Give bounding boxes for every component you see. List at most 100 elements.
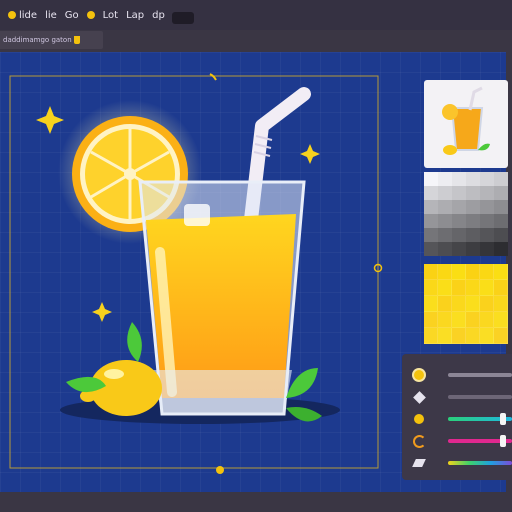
yellow-swatch[interactable] [424,280,438,296]
grayscale-swatch[interactable] [480,200,494,214]
palette-icon [412,412,426,426]
magenta-row[interactable] [412,432,512,450]
eraser-icon [412,456,426,470]
yellow-swatch[interactable] [480,312,494,328]
grayscale-swatch[interactable] [466,228,480,242]
yellow-swatch[interactable] [466,312,480,328]
grayscale-swatch[interactable] [452,242,466,256]
yellow-swatch[interactable] [480,328,494,344]
yellow-swatch[interactable] [424,296,438,312]
yellow-swatch[interactable] [494,312,508,328]
grayscale-swatch[interactable] [452,214,466,228]
sparkle-icon [36,106,64,134]
yellow-swatch[interactable] [452,296,466,312]
grayscale-swatch[interactable] [466,200,480,214]
file-tab-label: daddimamgo gaton [3,36,72,44]
grayscale-swatch[interactable] [424,242,438,256]
grayscale-swatch[interactable] [438,214,452,228]
grayscale-swatch[interactable] [480,172,494,186]
menu-item-lide[interactable]: lide [8,10,37,21]
yellow-swatch[interactable] [438,280,452,296]
layer-thumbnail[interactable] [424,80,508,168]
grayscale-swatch[interactable] [452,228,466,242]
yellow-swatch[interactable] [438,328,452,344]
yellow-swatch[interactable] [424,328,438,344]
menu-label: Go [64,9,79,21]
grayscale-swatch[interactable] [466,172,480,186]
selection-handle-bottom [216,466,224,474]
yellow-swatch[interactable] [494,264,508,280]
menu-item-go[interactable]: Go [65,10,79,21]
grayscale-swatch[interactable] [466,214,480,228]
menu-item-lot[interactable]: Lot [103,10,118,21]
brightness-slider[interactable] [448,373,512,377]
yellow-swatch[interactable] [466,328,480,344]
yellow-swatch[interactable] [466,264,480,280]
menu-item-lap[interactable]: Lap [126,10,144,21]
menu-label: Lot [102,9,119,21]
toolbar-toggle[interactable] [172,12,194,24]
grayscale-swatches[interactable] [424,172,508,256]
grayscale-swatch[interactable] [438,228,452,242]
depth-row[interactable] [412,388,512,406]
yellow-swatch[interactable] [438,312,452,328]
yellow-swatch[interactable] [480,296,494,312]
yellow-swatch[interactable] [466,296,480,312]
brightness-row[interactable] [412,366,512,384]
spectrum-row[interactable] [412,454,512,472]
grayscale-swatch[interactable] [480,242,494,256]
yellow-swatch[interactable] [480,280,494,296]
yellow-swatches[interactable] [424,264,508,344]
menu-bar: lide lie Go Lot Lap dp [0,0,512,30]
grayscale-swatch[interactable] [466,242,480,256]
hue-slider-knob[interactable] [500,413,506,425]
grayscale-swatch[interactable] [494,242,508,256]
spectrum-slider[interactable] [448,461,512,465]
grayscale-swatch[interactable] [438,242,452,256]
yellow-swatch[interactable] [494,280,508,296]
grayscale-swatch[interactable] [480,228,494,242]
grayscale-swatch[interactable] [424,186,438,200]
grayscale-swatch[interactable] [494,228,508,242]
yellow-swatch[interactable] [494,328,508,344]
grayscale-swatch[interactable] [494,200,508,214]
grayscale-swatch[interactable] [466,186,480,200]
grayscale-swatch[interactable] [480,186,494,200]
grayscale-swatch[interactable] [438,186,452,200]
grayscale-swatch[interactable] [452,200,466,214]
grayscale-swatch[interactable] [424,214,438,228]
menu-item-lie[interactable]: lie [45,10,57,21]
grayscale-swatch[interactable] [438,172,452,186]
grayscale-swatch[interactable] [452,172,466,186]
grayscale-swatch[interactable] [494,172,508,186]
menu-label: dp [152,9,165,21]
yellow-swatch[interactable] [452,312,466,328]
grayscale-swatch[interactable] [424,200,438,214]
thumbnail-image [442,86,490,155]
grayscale-swatch[interactable] [424,228,438,242]
yellow-swatch[interactable] [438,264,452,280]
grayscale-swatch[interactable] [424,172,438,186]
grayscale-swatch[interactable] [480,214,494,228]
grayscale-swatch[interactable] [452,186,466,200]
file-tab[interactable]: daddimamgo gaton [0,31,103,49]
yellow-swatch[interactable] [452,264,466,280]
menu-item-marker[interactable] [86,11,95,19]
grayscale-swatch[interactable] [494,214,508,228]
grayscale-swatch[interactable] [494,186,508,200]
yellow-swatch[interactable] [452,328,466,344]
yellow-swatch[interactable] [424,312,438,328]
saturation-slider-knob[interactable] [500,435,506,447]
sparkle-icon [92,302,112,322]
yellow-swatch[interactable] [494,296,508,312]
menu-item-dp[interactable]: dp [152,10,165,21]
yellow-swatch[interactable] [424,264,438,280]
yellow-swatch[interactable] [480,264,494,280]
grayscale-swatch[interactable] [438,200,452,214]
yellow-swatch[interactable] [452,280,466,296]
yellow-swatch[interactable] [466,280,480,296]
depth-slider[interactable] [448,395,512,399]
tool-panel [402,354,512,480]
green-row[interactable] [412,410,512,428]
yellow-swatch[interactable] [438,296,452,312]
